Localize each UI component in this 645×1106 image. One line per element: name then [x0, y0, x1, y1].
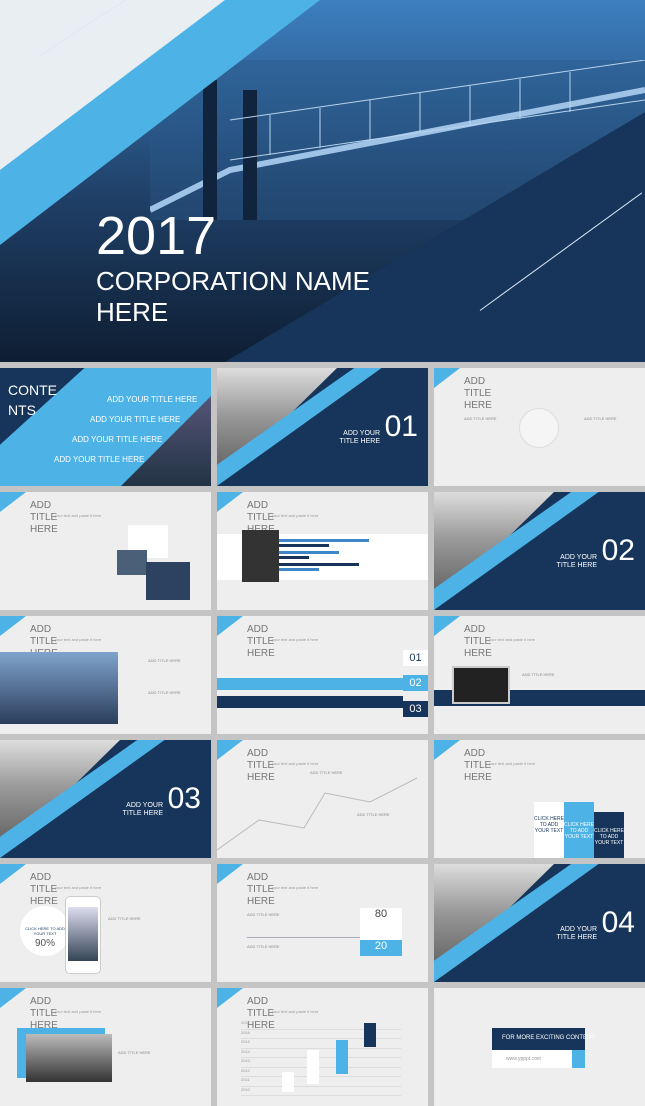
- timeline-year: 2016: [241, 1030, 401, 1039]
- stat-top: 80: [360, 908, 402, 940]
- monitor-image: [452, 666, 510, 704]
- section-label: ADD YOUR TITLE HERE: [122, 802, 163, 817]
- slide-subtitle: your text and paste it here: [489, 637, 536, 642]
- item-title: ADD TITLE HERE: [584, 416, 617, 421]
- slide-title: ADD TITLE HERE: [247, 872, 275, 907]
- slide-section-04[interactable]: ADD YOUR TITLE HERE 04: [434, 864, 645, 982]
- item-title: ADD TITLE HERE: [108, 916, 141, 921]
- item-title: ADD TITLE HERE: [148, 690, 181, 695]
- contents-item: ADD YOUR TITLE HERE: [72, 435, 163, 444]
- decor-triangle: [0, 0, 225, 170]
- contents-item: ADD YOUR TITLE HERE: [54, 455, 145, 464]
- click-card: CLICK HERE TO ADD YOUR TEXT: [564, 802, 594, 858]
- slide-subtitle: your text and paste it here: [55, 885, 102, 890]
- cover-company: CORPORATION NAME HERE: [96, 266, 370, 327]
- timeline-year: 2011: [241, 1077, 401, 1087]
- slide-content[interactable]: ADD TITLE HERE ADD TITLE HERE ADD TITLE …: [434, 368, 645, 486]
- section-number: 02: [601, 534, 635, 567]
- slide-title: ADD TITLE HERE: [30, 996, 58, 1031]
- slide-subtitle: your text and paste it here: [272, 513, 319, 518]
- item-title: ADD TITLE HERE: [118, 1050, 151, 1055]
- slide-section-03[interactable]: ADD YOUR TITLE HERE 03: [0, 740, 211, 858]
- cover-slide: 2017 CORPORATION NAME HERE: [0, 0, 645, 362]
- item-title: ADD TITLE HERE: [247, 944, 280, 949]
- list-number: 01: [403, 650, 428, 666]
- slide-content[interactable]: ADD TITLE HERE your text and paste it he…: [0, 988, 211, 1106]
- item-title: ADD TITLE HERE: [522, 672, 555, 677]
- click-text: CLICK HERE TO ADD YOUR TEXT: [25, 926, 65, 936]
- slide-subtitle: your text and paste it here: [489, 761, 536, 766]
- section-label: ADD YOUR TITLE HERE: [339, 430, 380, 445]
- contents-item: ADD YOUR TITLE HERE: [107, 395, 198, 404]
- timeline-year: 2017: [241, 1020, 401, 1030]
- section-number: 01: [384, 410, 418, 443]
- stat-bottom: 20: [360, 940, 402, 956]
- slide-title: ADD TITLE HERE: [464, 624, 492, 659]
- slide-stats[interactable]: ADD TITLE HERE your text and paste it he…: [217, 864, 428, 982]
- list-number: 02: [403, 675, 428, 691]
- item-title: ADD TITLE HERE: [464, 416, 497, 421]
- timeline-year: 2010: [241, 1087, 401, 1096]
- section-number: 03: [167, 782, 201, 815]
- slide-content[interactable]: ADD TITLE HERE your text and paste it he…: [0, 616, 211, 734]
- slide-line-diagram[interactable]: ADD TITLE HERE your text and paste it he…: [217, 740, 428, 858]
- click-card: CLICK HERE TO ADD YOUR TEXT: [534, 802, 564, 858]
- item-title: ADD TITLE HERE: [148, 658, 181, 663]
- slide-subtitle: your text and paste it here: [55, 637, 102, 642]
- contents-item: ADD YOUR TITLE HERE: [90, 415, 181, 424]
- slide-subtitle: your text and paste it here: [55, 1009, 102, 1014]
- slide-subtitle: your text and paste it here: [272, 637, 319, 642]
- click-card: CLICK HERE TO ADD YOUR TEXT: [594, 812, 624, 858]
- item-title: ADD TITLE HERE: [247, 912, 280, 917]
- slide-subtitle: your text and paste it here: [272, 885, 319, 890]
- slide-title: ADD TITLE HERE: [30, 500, 58, 535]
- slide-content[interactable]: ADD TITLE HERE your text and paste it he…: [0, 492, 211, 610]
- slide-content[interactable]: ADD TITLE HERE your text and paste it he…: [434, 740, 645, 858]
- slide-numbered-list[interactable]: ADD TITLE HERE your text and paste it he…: [217, 616, 428, 734]
- slide-bar-chart[interactable]: ADD TITLE HERE your text and paste it he…: [217, 492, 428, 610]
- slide-title: ADD TITLE HERE: [464, 376, 492, 411]
- section-number: 04: [601, 906, 635, 939]
- slide-subtitle: your text and paste it here: [272, 1009, 319, 1014]
- percent-value: 90%: [34, 938, 55, 949]
- contents-title: CONTE NTS: [8, 382, 57, 418]
- timeline-year: 2015: [241, 1039, 401, 1049]
- slide-title: ADD TITLE HERE: [464, 748, 492, 783]
- section-label: ADD YOUR TITLE HERE: [556, 926, 597, 941]
- section-label: ADD YOUR TITLE HERE: [556, 554, 597, 569]
- cover-year: 2017: [96, 206, 217, 266]
- closing-title: FOR MORE EXCITING CONTENT: [492, 1028, 595, 1050]
- item-title: ADD TITLE HERE: [310, 770, 343, 775]
- slide-phone[interactable]: ADD TITLE HERE your text and paste it he…: [0, 864, 211, 982]
- timeline-year: 2012: [241, 1068, 401, 1077]
- people-icon: [519, 408, 559, 448]
- slide-timeline[interactable]: ADD TITLE HERE your text and paste it he…: [217, 988, 428, 1106]
- slide-contents[interactable]: CONTE NTS ADD YOUR TITLE HERE ADD YOUR T…: [0, 368, 211, 486]
- slide-title: ADD TITLE HERE: [247, 624, 275, 659]
- timeline-year: 2013: [241, 1058, 401, 1068]
- timeline-year: 2014: [241, 1049, 401, 1058]
- slide-closing[interactable]: FOR MORE EXCITING CONTENT www.ypppt.com: [434, 988, 645, 1106]
- slide-subtitle: your text and paste it here: [55, 513, 102, 518]
- slide-content[interactable]: ADD TITLE HERE your text and paste it he…: [434, 616, 645, 734]
- item-title: ADD TITLE HERE: [357, 812, 390, 817]
- list-number: 03: [403, 701, 428, 717]
- slide-section-01[interactable]: ADD YOUR TITLE HERE 01: [217, 368, 428, 486]
- slide-section-02[interactable]: ADD YOUR TITLE HERE 02: [434, 492, 645, 610]
